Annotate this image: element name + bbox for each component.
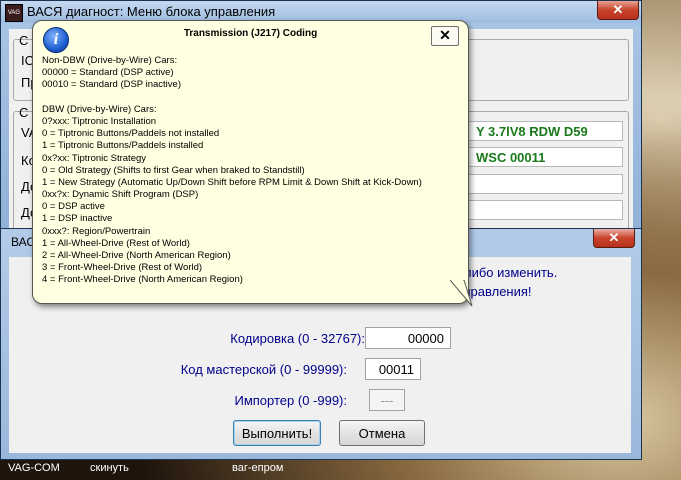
balloon-line: 1 = Tiptronic Buttons/Paddels installed	[42, 140, 204, 152]
app-icon: VAG	[5, 4, 23, 22]
balloon-line: 1 = All-Wheel-Drive (Rest of World)	[42, 237, 190, 249]
importer-label: Импортер (0 -999):	[234, 393, 347, 408]
dialog-message-line1: либо изменить.	[464, 265, 558, 280]
balloon-line: 0xxx?: Region/Powertrain	[42, 225, 151, 237]
balloon-close-button[interactable]: ✕	[431, 26, 459, 46]
execute-button[interactable]: Выполнить!	[233, 420, 321, 446]
taskbar-item-vag-eprom[interactable]: ваг-епром	[232, 462, 283, 474]
balloon-text: Non-DBW (Drive-by-Wire) Cars: 00000 = St…	[42, 55, 422, 287]
balloon-title: Transmission (J217) Coding	[183, 28, 318, 39]
extra-field-1	[467, 174, 623, 194]
workshop-code-input[interactable]	[365, 358, 421, 380]
cancel-button[interactable]: Отмена	[339, 420, 425, 446]
workshop-code-label: Код мастерской (0 - 99999):	[180, 362, 347, 377]
balloon-line	[42, 92, 422, 104]
coding-label: Кодировка (0 - 32767):	[230, 331, 365, 346]
balloon-line: 0xx?x: Dynamic Shift Program (DSP)	[42, 189, 199, 201]
balloon-line: Non-DBW (Drive-by-Wire) Cars:	[42, 55, 178, 66]
importer-input	[369, 389, 405, 411]
balloon-line: 0 = Old Strategy (Shifts to first Gear w…	[42, 164, 305, 176]
balloon-line: 0x?xx: Tiptronic Strategy	[42, 152, 147, 164]
balloon-line: 1 = New Strategy (Automatic Up/Down Shif…	[42, 176, 422, 188]
taskbar-item-skinut[interactable]: скинуть	[90, 462, 129, 474]
group-bottom-caption: С	[19, 105, 29, 120]
main-window-title: ВАСЯ диагност: Меню блока управления	[27, 4, 276, 19]
balloon-line: 0 = DSP active	[42, 201, 105, 213]
dialog-close-button[interactable]: ✕	[593, 229, 635, 248]
balloon-line: 0?xxx: Tiptronic Installation	[42, 115, 157, 127]
main-close-button[interactable]: ✕	[597, 1, 639, 20]
balloon-line: 2 = All-Wheel-Drive (North American Regi…	[42, 250, 231, 261]
balloon-line: 0 = Tiptronic Buttons/Paddels not instal…	[42, 128, 220, 140]
extra-field-2	[467, 200, 623, 220]
balloon-line: 4 = Front-Wheel-Drive (North American Re…	[42, 274, 243, 286]
balloon-line: 00000 = Standard (DSP active)	[42, 67, 174, 79]
group-top-caption: С	[19, 33, 29, 48]
part-number-field: Y 3.7lV8 RDW D59	[467, 121, 623, 141]
balloon-line: 1 = DSP inactive	[42, 213, 113, 225]
coding-help-balloon: i Transmission (J217) Coding ✕ Non-DBW (…	[32, 20, 469, 304]
taskbar-item-vag-com[interactable]: VAG-COM	[8, 462, 60, 474]
balloon-line: 3 = Front-Wheel-Drive (Rest of World)	[42, 262, 203, 274]
balloon-line: 00010 = Standard (DSP inactive)	[42, 79, 181, 91]
balloon-line: DBW (Drive-by-Wire) Cars:	[42, 103, 157, 115]
coding-wsc-field: WSC 00011	[467, 147, 623, 167]
coding-input[interactable]	[365, 327, 451, 349]
